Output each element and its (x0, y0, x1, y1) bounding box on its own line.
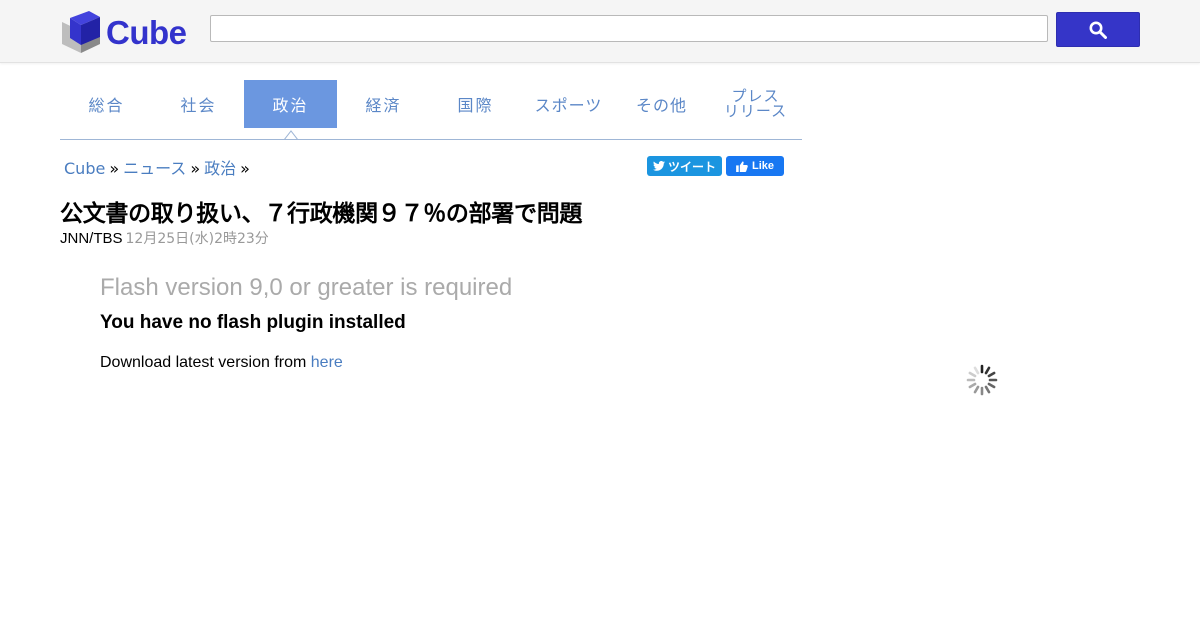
facebook-like-button[interactable]: Like (726, 156, 784, 176)
logo-text: Cube (106, 13, 187, 51)
tab-international[interactable]: 国際 (429, 80, 522, 128)
article-title: 公文書の取り扱い、７行政機関９７％の部署で問題 (60, 201, 583, 227)
breadcrumb-separator: » (240, 159, 250, 178)
tab-general[interactable]: 総合 (60, 80, 153, 128)
tab-label: その他 (635, 96, 687, 115)
flash-subheading: You have no flash plugin installed (100, 312, 406, 333)
breadcrumb-link-home[interactable]: Cube (64, 159, 105, 178)
site-logo[interactable]: Cube (62, 10, 187, 54)
breadcrumb-link-politics[interactable]: 政治 (204, 159, 236, 178)
category-nav: 総合 社会 政治 経済 国際 スポーツ その他 プレス リリース (60, 80, 802, 140)
article-meta: JNN/TBS 12月25日(水)2時23分 (60, 228, 269, 248)
tab-press-release[interactable]: プレス リリース (709, 80, 802, 128)
tab-other[interactable]: その他 (615, 80, 708, 128)
tab-label: 国際 (457, 96, 494, 115)
tab-economy[interactable]: 経済 (337, 80, 430, 128)
download-link[interactable]: here (311, 354, 343, 371)
tab-label: 総合 (88, 96, 125, 115)
article-source: JNN/TBS (60, 230, 123, 247)
tab-label: 経済 (365, 96, 402, 115)
breadcrumb-link-news[interactable]: ニュース (123, 159, 186, 178)
tab-label-line2: リリース (723, 102, 788, 120)
search-input[interactable] (210, 15, 1048, 42)
flash-download-text: Download latest version from here (100, 354, 512, 372)
tweet-button[interactable]: ツイート (647, 156, 722, 176)
tab-society[interactable]: 社会 (152, 80, 245, 128)
tab-label: 政治 (272, 96, 309, 115)
search-icon (1089, 21, 1107, 39)
tab-label: スポーツ (534, 96, 603, 115)
tweet-label: ツイート (667, 159, 716, 174)
breadcrumb-separator: » (190, 159, 201, 178)
download-text: Download latest version from (100, 354, 307, 371)
tab-politics[interactable]: 政治 (244, 80, 337, 128)
twitter-bird-icon (652, 161, 665, 171)
thumbs-up-icon (736, 161, 748, 172)
breadcrumb-separator: » (109, 159, 120, 178)
nav-divider (60, 139, 802, 140)
tab-label: 社会 (180, 96, 217, 115)
breadcrumb: Cube» ニュース» 政治» (64, 155, 254, 179)
header: Cube (0, 0, 1200, 63)
flash-heading: Flash version 9,0 or greater is required (100, 274, 513, 301)
tab-sports[interactable]: スポーツ (522, 80, 615, 128)
flash-notice: Flash version 9,0 or greater is required… (100, 274, 512, 372)
article-date: 12月25日(水)2時23分 (125, 231, 269, 247)
like-label: Like (751, 160, 774, 172)
cube-logo-icon (62, 11, 100, 53)
search-button[interactable] (1056, 12, 1140, 47)
loading-spinner-icon (966, 364, 998, 396)
